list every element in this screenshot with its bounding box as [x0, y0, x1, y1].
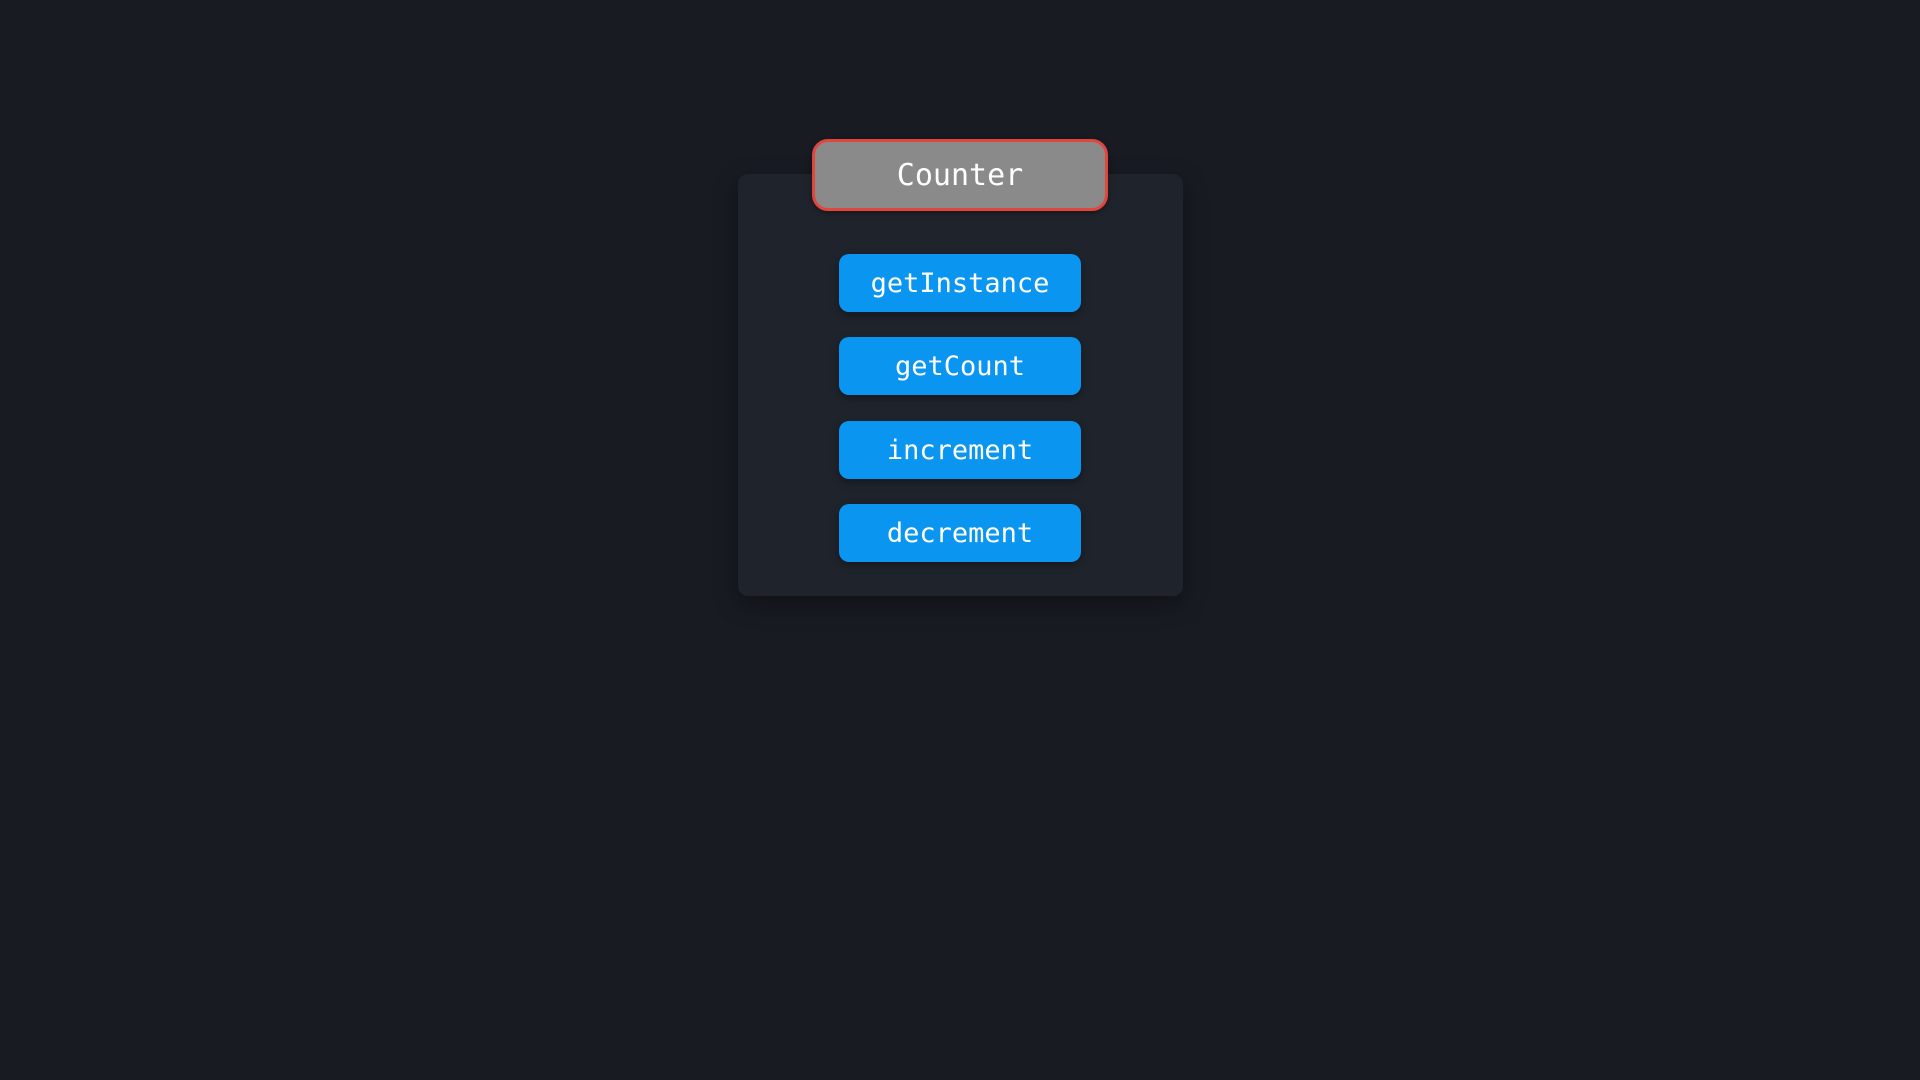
method-button-label: getCount: [894, 350, 1026, 382]
method-button-label: decrement: [886, 517, 1034, 549]
method-button-getcount[interactable]: getCount: [839, 337, 1081, 395]
method-button-getinstance[interactable]: getInstance: [839, 254, 1081, 312]
counter-class-title-label: Counter: [896, 157, 1024, 193]
method-button-label: getInstance: [870, 267, 1050, 299]
method-button-label: increment: [886, 434, 1034, 466]
counter-class-title: Counter: [812, 139, 1108, 211]
method-button-increment[interactable]: increment: [839, 421, 1081, 479]
method-button-decrement[interactable]: decrement: [839, 504, 1081, 562]
